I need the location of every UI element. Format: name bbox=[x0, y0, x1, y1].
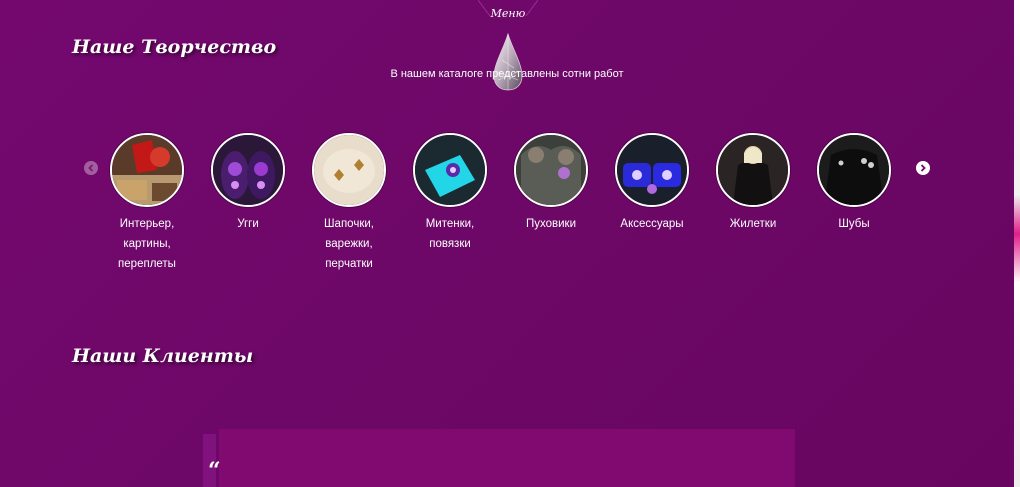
menu-toggle[interactable]: Меню bbox=[478, 0, 538, 95]
category-label: Пуховики bbox=[525, 218, 577, 230]
testimonial-card bbox=[219, 429, 795, 487]
down-jackets-photo bbox=[514, 133, 588, 207]
carousel-next-button[interactable] bbox=[916, 161, 930, 175]
category-down-jackets[interactable]: Пуховики bbox=[501, 133, 601, 234]
category-label: Интерьер, картины, переплеты bbox=[118, 218, 176, 270]
category-label: Шубы bbox=[838, 218, 870, 230]
carousel-prev-button[interactable] bbox=[84, 161, 98, 175]
category-label: Аксессуары bbox=[620, 218, 684, 230]
mittens-photo bbox=[413, 133, 487, 207]
category-label: Жилетки bbox=[729, 218, 777, 230]
section-title-clients: Наши Клиенты bbox=[72, 345, 254, 367]
category-label: Митенки, повязки bbox=[425, 218, 475, 250]
category-label: Угги bbox=[237, 218, 259, 230]
chevron-left-icon bbox=[88, 164, 94, 172]
category-interior[interactable]: Интерьер, картины, переплеты bbox=[97, 133, 197, 274]
menu-label: Меню bbox=[490, 7, 526, 20]
quote-icon: “ bbox=[208, 458, 221, 484]
category-vests[interactable]: Жилетки bbox=[703, 133, 803, 234]
hats-photo bbox=[312, 133, 386, 207]
vests-photo bbox=[716, 133, 790, 207]
category-label: Шапочки, варежки, перчатки bbox=[324, 218, 374, 270]
section-title-creativity: Наше Творчество bbox=[72, 36, 277, 58]
category-hats[interactable]: Шапочки, варежки, перчатки bbox=[299, 133, 399, 274]
category-fur-coats[interactable]: Шубы bbox=[804, 133, 904, 234]
category-accessories[interactable]: Аксессуары bbox=[602, 133, 702, 234]
chevron-right-icon bbox=[920, 164, 926, 172]
category-uggs[interactable]: Угги bbox=[198, 133, 298, 234]
fur-coats-photo bbox=[817, 133, 891, 207]
category-mittens[interactable]: Митенки, повязки bbox=[400, 133, 500, 254]
uggs-photo bbox=[211, 133, 285, 207]
catalog-subtitle: В нашем каталоге представлены сотни рабо… bbox=[390, 68, 624, 80]
accessories-photo bbox=[615, 133, 689, 207]
crystal-pendant-icon bbox=[493, 32, 523, 91]
scrollbar[interactable] bbox=[1014, 0, 1020, 487]
interior-paintings-photo bbox=[110, 133, 184, 207]
